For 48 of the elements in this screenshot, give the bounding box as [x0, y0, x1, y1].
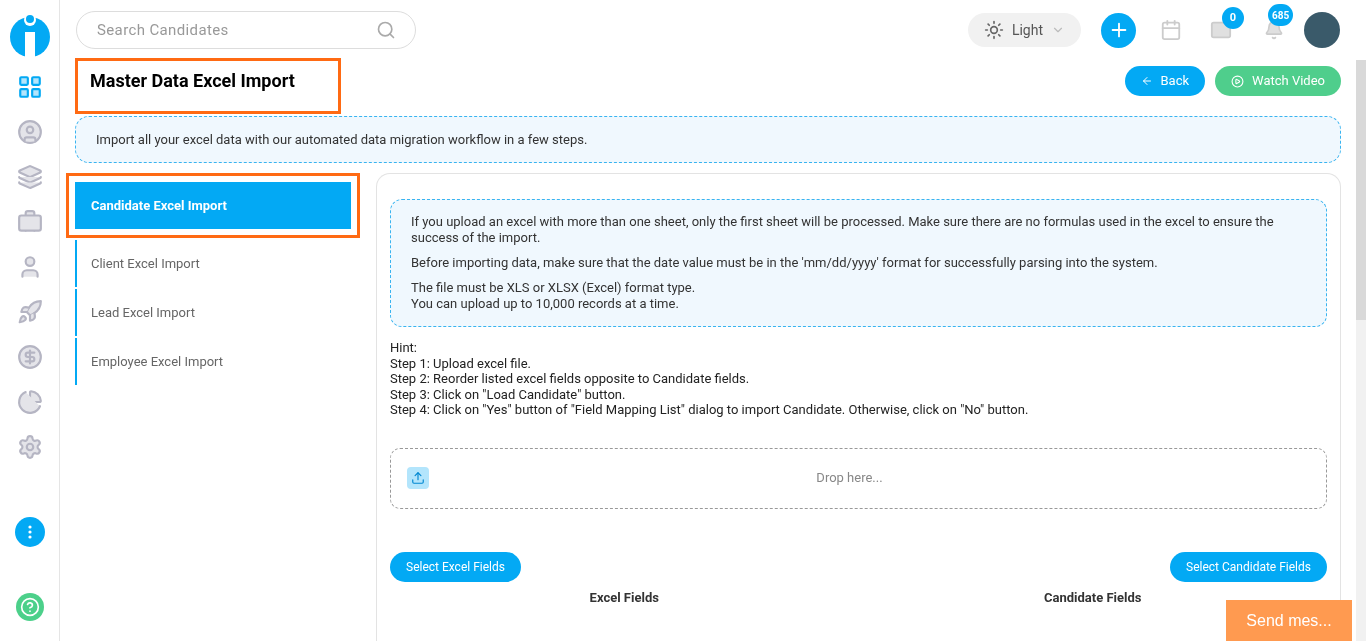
select-fields-button[interactable]: Select Candidate Fields	[1170, 551, 1327, 582]
theme-dropdown[interactable]: Light	[967, 13, 1081, 47]
more-button[interactable]	[14, 517, 45, 547]
import-tab[interactable]: Client Excel Import	[75, 240, 360, 287]
back-button[interactable]: Back	[1124, 66, 1206, 96]
search-icon	[376, 20, 396, 40]
dashboard-icon[interactable]	[16, 74, 43, 100]
drop-zone[interactable]: Drop here...	[390, 447, 1327, 509]
chat-button[interactable]: Send mes...	[1226, 600, 1352, 641]
intro-banner: Import all your excel data with our automated data migration workflow in a few steps.	[75, 116, 1341, 163]
pie-icon[interactable]	[16, 389, 43, 415]
hint-text: Hint:	[390, 340, 418, 356]
watch-video-button[interactable]: Watch Video	[1215, 66, 1341, 96]
import-tab[interactable]: Lead Excel Import	[75, 289, 360, 336]
dollar-icon[interactable]	[16, 344, 43, 370]
layers-icon[interactable]	[16, 164, 43, 190]
notification-count: 685	[1268, 4, 1294, 26]
select-fields-button[interactable]: Select Excel Fields	[390, 551, 521, 582]
hint-text: Step 3: Click on "Load Candidate" button.	[390, 386, 627, 402]
column-header: Candidate Fields	[1044, 588, 1142, 607]
import-tab[interactable]: Employee Excel Import	[75, 338, 360, 385]
page-title: Master Data Excel Import	[90, 68, 295, 93]
info-text: The file must be XLS or XLSX (Excel) format type.	[411, 280, 697, 296]
drop-text: Drop here...	[815, 469, 884, 488]
gear-icon[interactable]	[16, 434, 43, 460]
hint-text: Step 2: Reorder listed excel fields opposite to Candidate fields.	[390, 371, 751, 387]
add-button[interactable]	[1101, 12, 1136, 48]
info-text: You can upload up to 10,000 records at a time.	[411, 296, 680, 312]
mail-count: 0	[1222, 7, 1244, 29]
import-tab[interactable]: Candidate Excel Import	[75, 182, 351, 229]
info-text: If you upload an excel with more than one sheet, only the first sheet will be processed. Make sure there are no formulas used in the excel to ensure the success of the import.	[411, 214, 1275, 246]
user-icon[interactable]	[16, 119, 43, 145]
help-button[interactable]	[15, 593, 44, 621]
avatar[interactable]	[1304, 12, 1340, 48]
column-header: Excel Fields	[589, 588, 659, 607]
arrow-left-icon	[1140, 75, 1153, 87]
briefcase-icon[interactable]	[16, 209, 43, 235]
hint-text: Step 1: Upload excel file.	[390, 355, 532, 371]
calendar-icon[interactable]	[1160, 19, 1182, 41]
mail-icon[interactable]	[1210, 19, 1232, 41]
hint-text: Step 4: Click on "Yes" button of "Field Mapping List" dialog to import Candidate. Otherwise, click on "No" button.	[390, 402, 1030, 418]
play-icon	[1231, 74, 1245, 88]
info-text: Before importing data, make sure that the date value must be in the 'mm/dd/yyyy' format for successfully parsing into the system.	[411, 255, 1159, 271]
rocket-icon[interactable]	[16, 299, 43, 325]
more-icon	[27, 525, 32, 539]
sun-icon	[983, 20, 1004, 40]
help-icon	[19, 597, 40, 617]
search-field[interactable]: Search Candidates	[76, 11, 416, 49]
